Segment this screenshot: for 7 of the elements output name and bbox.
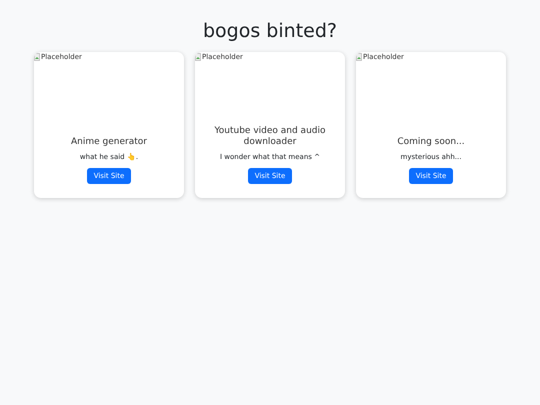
broken-image-icon <box>356 53 362 61</box>
card-title: Anime generator <box>71 136 147 148</box>
card-title: Coming soon... <box>397 136 465 148</box>
broken-image-icon <box>34 53 40 61</box>
page-heading: bogos binted? <box>202 19 338 44</box>
broken-image-icon <box>195 53 201 61</box>
card-title: Youtube video and audio downloader <box>213 126 327 148</box>
